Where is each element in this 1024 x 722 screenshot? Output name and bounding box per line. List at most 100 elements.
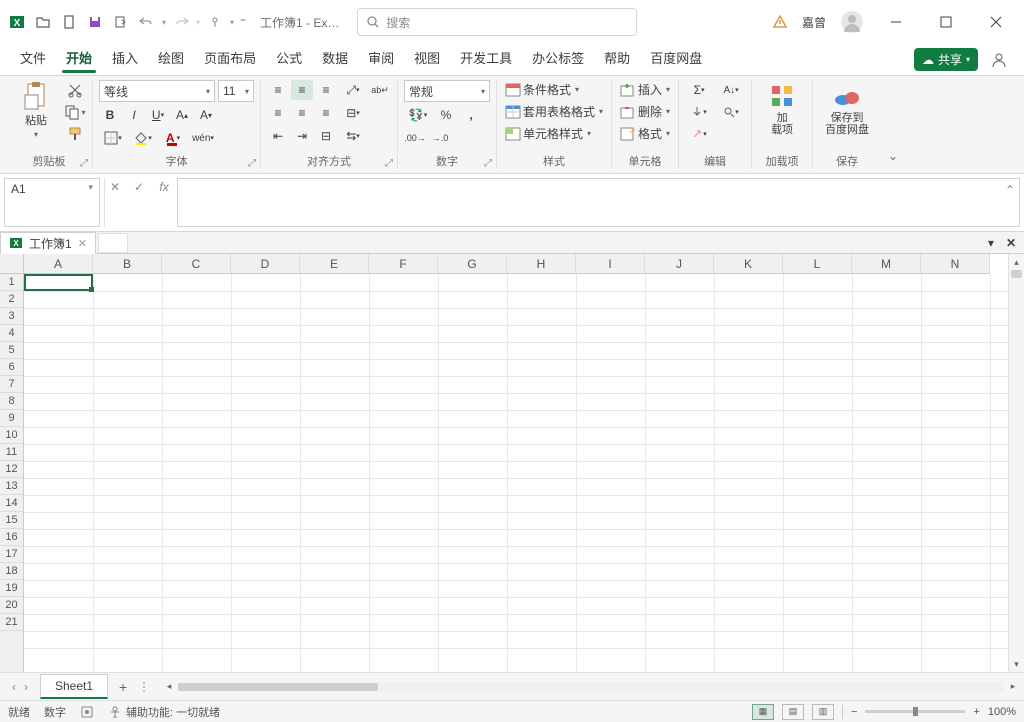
tab-review[interactable]: 审阅: [358, 42, 404, 75]
number-launcher-icon[interactable]: ⤢: [484, 158, 492, 169]
tab-pagelayout[interactable]: 页面布局: [194, 42, 266, 75]
column-header[interactable]: N: [921, 254, 990, 273]
row-header[interactable]: 5: [0, 342, 23, 359]
sort-filter-icon[interactable]: A↓▾: [717, 80, 745, 100]
font-name-combo[interactable]: 等线▾: [99, 80, 215, 102]
format-cells-button[interactable]: 格式▾: [618, 124, 672, 143]
row-header[interactable]: 16: [0, 529, 23, 546]
vertical-scrollbar[interactable]: ▴ ▾: [1008, 254, 1024, 672]
qat-customize-icon[interactable]: ⁼: [238, 15, 248, 29]
save-baidu-button[interactable]: 保存到 百度网盘: [819, 80, 875, 138]
column-header[interactable]: J: [645, 254, 714, 273]
column-header[interactable]: G: [438, 254, 507, 273]
wrap-text-icon[interactable]: ab↵: [369, 80, 391, 100]
row-header[interactable]: 18: [0, 563, 23, 580]
warning-icon[interactable]: [772, 14, 788, 30]
save-icon[interactable]: [84, 11, 106, 33]
phonetic-button[interactable]: wén▾: [189, 128, 217, 148]
font-size-combo[interactable]: 11▾: [218, 80, 254, 102]
row-header[interactable]: 1: [0, 274, 23, 291]
sheet-next-icon[interactable]: ›: [24, 680, 28, 694]
zoom-value[interactable]: 100%: [988, 706, 1016, 718]
font-launcher-icon[interactable]: ⤢: [248, 158, 256, 169]
fill-color-button[interactable]: ▾: [129, 128, 157, 148]
undo-icon[interactable]: [136, 11, 158, 33]
export-icon[interactable]: [110, 11, 132, 33]
column-header[interactable]: K: [714, 254, 783, 273]
tab-insert[interactable]: 插入: [102, 42, 148, 75]
align-launcher-icon[interactable]: ⤢: [385, 158, 393, 169]
share-button[interactable]: ☁共享▾: [914, 48, 978, 71]
paste-button[interactable]: 粘贴 ▾: [12, 80, 60, 141]
column-header[interactable]: D: [231, 254, 300, 273]
row-header[interactable]: 6: [0, 359, 23, 376]
macro-record-icon[interactable]: [80, 705, 94, 719]
column-header[interactable]: E: [300, 254, 369, 273]
autosum-icon[interactable]: Σ▾: [685, 80, 713, 100]
redo-icon[interactable]: [170, 11, 192, 33]
decrease-indent-icon[interactable]: ⇤: [267, 126, 289, 146]
column-header[interactable]: M: [852, 254, 921, 273]
tab-help[interactable]: 帮助: [594, 42, 640, 75]
row-header[interactable]: 13: [0, 478, 23, 495]
sheet-tab[interactable]: Sheet1: [40, 674, 108, 699]
user-avatar-icon[interactable]: [840, 10, 864, 34]
touch-mode-icon[interactable]: [204, 11, 226, 33]
tab-formulas[interactable]: 公式: [266, 42, 312, 75]
redo-dropdown-icon[interactable]: ▾: [196, 18, 200, 27]
row-header[interactable]: 9: [0, 410, 23, 427]
row-header[interactable]: 8: [0, 393, 23, 410]
row-header[interactable]: 19: [0, 580, 23, 597]
formula-expand-icon[interactable]: ⌃: [1005, 183, 1015, 197]
sheet-options-icon[interactable]: ⋮: [138, 680, 158, 694]
underline-button[interactable]: U▾: [147, 105, 169, 125]
copy-icon[interactable]: ▾: [64, 102, 86, 122]
table-format-button[interactable]: 套用表格格式▾: [503, 102, 605, 121]
ribbon-collapse-icon[interactable]: ⌄: [881, 80, 905, 169]
increase-decimal-icon[interactable]: .00→: [404, 128, 426, 148]
search-input[interactable]: 搜索: [357, 8, 637, 36]
align-left-icon[interactable]: ≡: [267, 103, 289, 123]
cell-styles-button[interactable]: 单元格样式▾: [503, 124, 593, 143]
column-header[interactable]: L: [783, 254, 852, 273]
hscroll-right-icon[interactable]: ▸: [1006, 681, 1020, 692]
row-header[interactable]: 2: [0, 291, 23, 308]
add-sheet-button[interactable]: +: [108, 679, 138, 695]
row-header[interactable]: 21: [0, 614, 23, 631]
insert-cells-button[interactable]: 插入▾: [618, 80, 672, 99]
sheet-prev-icon[interactable]: ‹: [12, 680, 16, 694]
column-header[interactable]: B: [93, 254, 162, 273]
bold-button[interactable]: B: [99, 105, 121, 125]
row-header[interactable]: 3: [0, 308, 23, 325]
align-top-icon[interactable]: ≡: [267, 80, 289, 100]
workbook-tab[interactable]: X 工作簿1 ✕: [0, 232, 96, 254]
open-icon[interactable]: [32, 11, 54, 33]
new-icon[interactable]: [58, 11, 80, 33]
row-header[interactable]: 20: [0, 597, 23, 614]
tab-file[interactable]: 文件: [10, 42, 56, 75]
tab-close-all-icon[interactable]: ✕: [1000, 234, 1022, 252]
number-format-combo[interactable]: 常规▾: [404, 80, 490, 102]
accessibility-status[interactable]: 辅助功能: 一切就绪: [108, 704, 220, 720]
comma-icon[interactable]: ,: [460, 105, 482, 125]
row-header[interactable]: 7: [0, 376, 23, 393]
formula-input[interactable]: ⌃: [177, 178, 1020, 227]
zoom-out-button[interactable]: −: [851, 706, 857, 718]
cancel-formula-icon[interactable]: ✕: [105, 180, 125, 194]
maximize-button[interactable]: [928, 8, 964, 36]
addins-button[interactable]: 加 载项: [758, 80, 806, 138]
tab-data[interactable]: 数据: [312, 42, 358, 75]
align-middle-icon[interactable]: ≡: [291, 80, 313, 100]
fx-icon[interactable]: fx: [153, 180, 175, 194]
decrease-decimal-icon[interactable]: →.0: [429, 128, 451, 148]
undo-dropdown-icon[interactable]: ▾: [162, 18, 166, 27]
tab-home[interactable]: 开始: [56, 42, 102, 75]
cells-area[interactable]: [24, 274, 1008, 672]
row-header[interactable]: 11: [0, 444, 23, 461]
vscroll-thumb[interactable]: [1011, 270, 1022, 278]
scroll-down-icon[interactable]: ▾: [1009, 656, 1024, 672]
hscroll-thumb[interactable]: [178, 683, 378, 691]
touch-dropdown-icon[interactable]: ▾: [230, 18, 234, 27]
tab-baidu[interactable]: 百度网盘: [640, 42, 712, 75]
view-pagebreak-icon[interactable]: ▥: [812, 704, 834, 720]
